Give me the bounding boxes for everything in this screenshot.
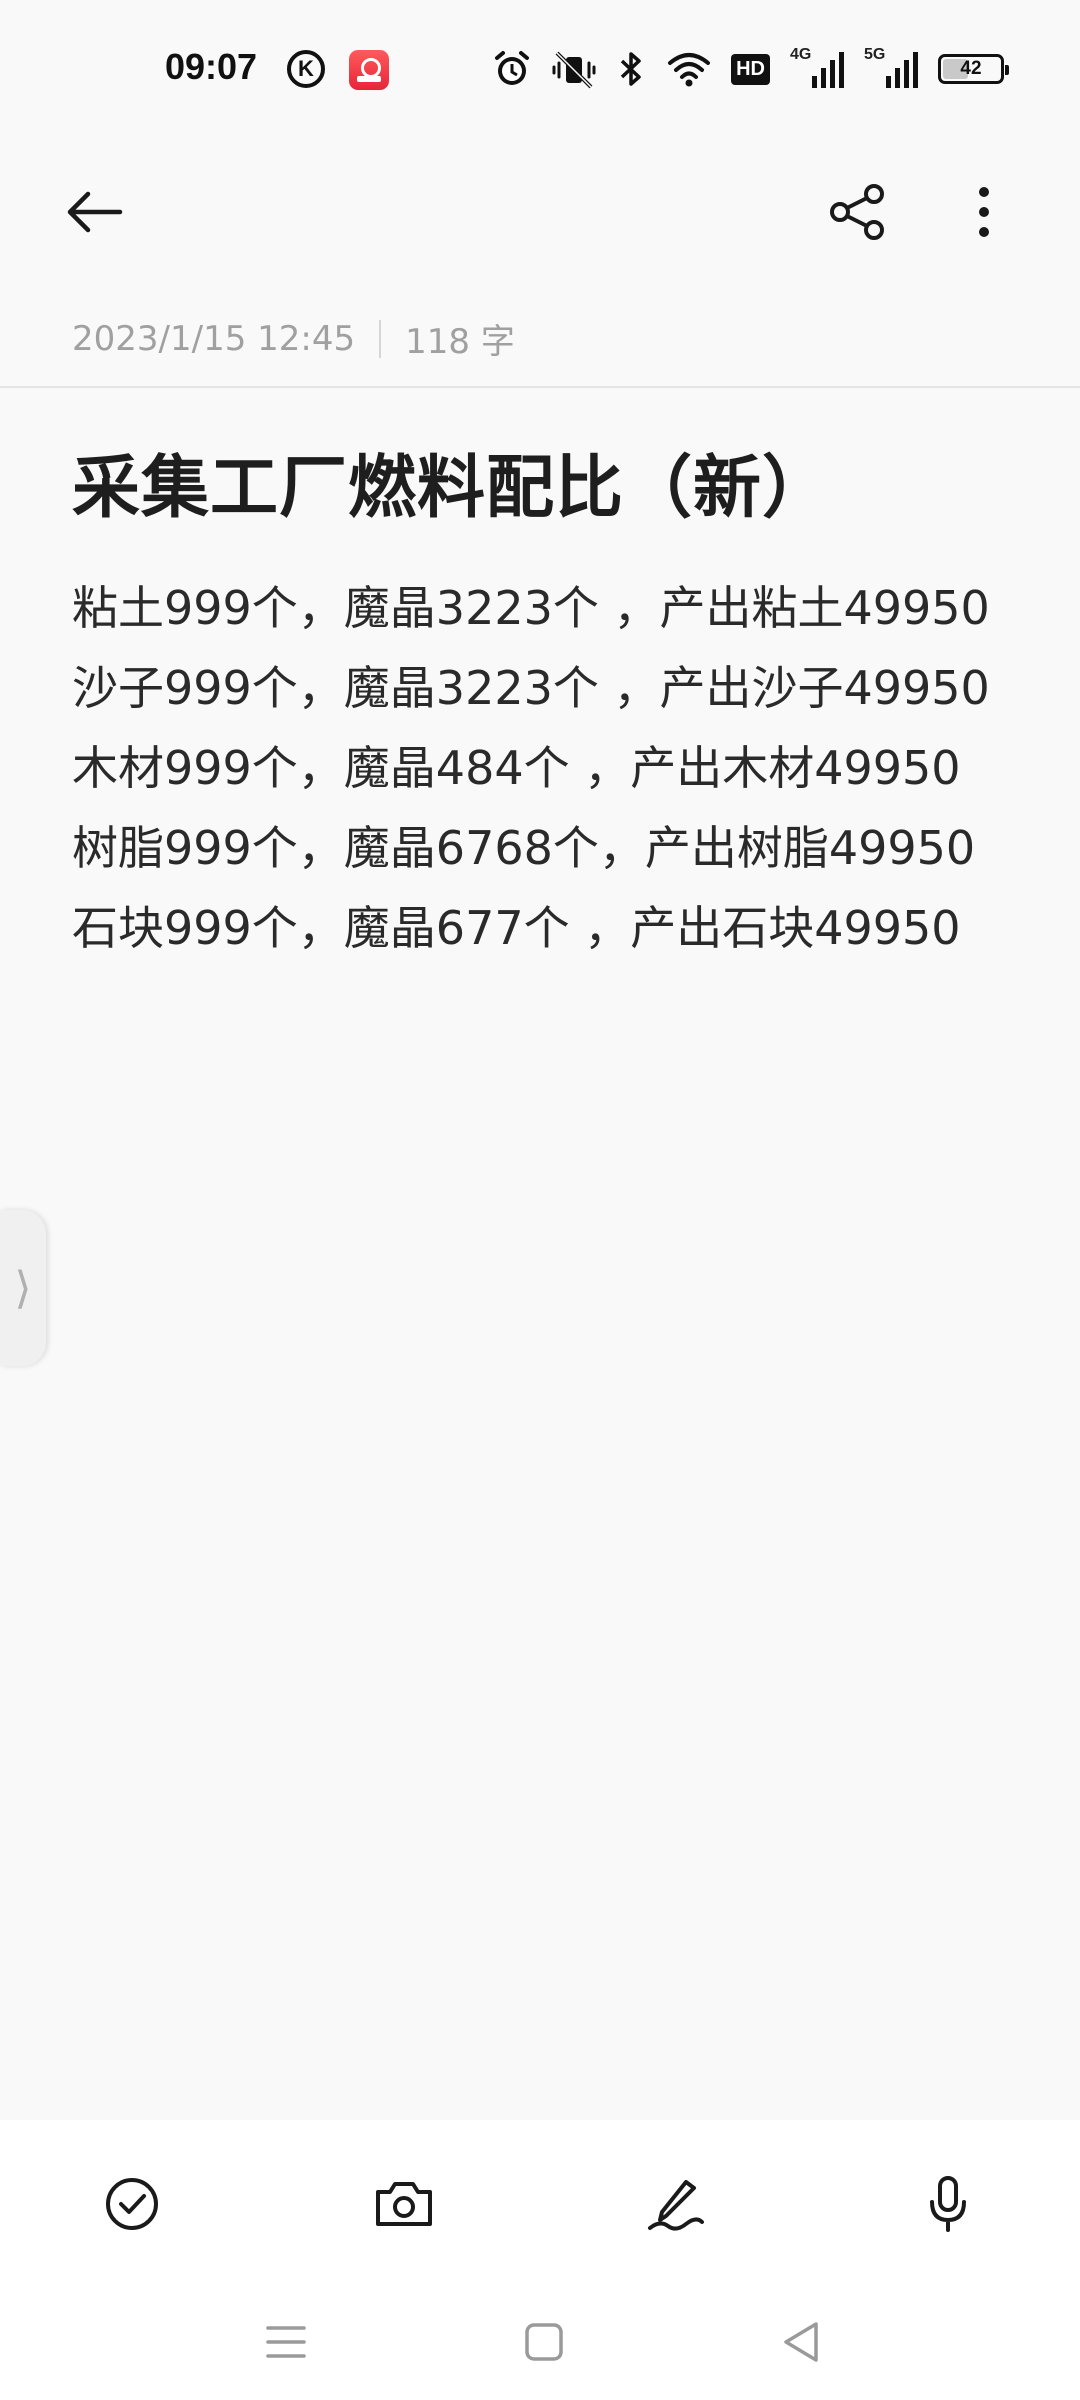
signal-4g-icon: 4G	[790, 46, 844, 90]
note-line: 粘土999个，魔晶3223个 ，产出粘土49950	[72, 581, 990, 635]
nav-back-button[interactable]	[772, 2312, 832, 2372]
share-button[interactable]	[826, 180, 890, 244]
camera-button[interactable]	[364, 2164, 444, 2244]
recents-button[interactable]	[256, 2312, 316, 2372]
checklist-icon	[106, 2178, 158, 2230]
home-icon	[525, 2323, 563, 2361]
alarm-icon	[493, 48, 531, 90]
more-options-button[interactable]	[956, 180, 1016, 244]
meta-separator	[379, 319, 382, 358]
status-bar: 09:07 K HD 4G 5G 42	[0, 0, 1080, 140]
voice-input-button[interactable]	[908, 2164, 988, 2244]
recents-icon	[266, 2326, 306, 2358]
note-toolbar	[0, 160, 1080, 260]
back-triangle-icon	[784, 2322, 818, 2362]
note-line: 石块999个，魔晶677个 ，产出石块49950	[72, 901, 961, 955]
hd-icon: HD	[731, 48, 770, 90]
arrow-left-icon	[67, 191, 123, 233]
battery-icon: 42	[938, 54, 1009, 84]
side-panel-handle[interactable]: ⟩	[0, 1210, 46, 1366]
share-icon	[830, 184, 884, 240]
status-right-icons: HD 4G 5G 42	[493, 46, 1009, 90]
vibrate-off-icon	[551, 48, 597, 90]
status-left-icons: K	[287, 50, 389, 90]
camera-icon	[376, 2182, 432, 2226]
video-app-icon	[349, 50, 389, 90]
signal-5g-icon: 5G	[864, 46, 918, 90]
back-button[interactable]	[60, 182, 130, 242]
system-nav-bar	[0, 2280, 1080, 2400]
status-time: 09:07	[165, 46, 258, 87]
home-button[interactable]	[514, 2312, 574, 2372]
note-meta: 2023/1/15 12:45 118 字	[72, 314, 515, 363]
chevron-right-icon: ⟩	[14, 1262, 32, 1314]
handwriting-icon	[648, 2180, 704, 2231]
bluetooth-icon	[617, 48, 647, 90]
more-vertical-icon	[979, 187, 989, 237]
note-line: 木材999个，魔晶484个 ，产出木材49950	[72, 741, 961, 795]
handwriting-button[interactable]	[636, 2164, 716, 2244]
note-title[interactable]: 采集工厂燃料配比（新）	[72, 432, 831, 531]
wifi-icon	[667, 48, 711, 90]
divider	[0, 386, 1080, 388]
bottom-toolbar	[0, 2120, 1080, 2280]
note-date: 2023/1/15 12:45	[72, 318, 356, 359]
k-app-icon: K	[287, 50, 325, 88]
note-line: 树脂999个，魔晶6768个，产出树脂49950	[72, 821, 976, 875]
note-line: 沙子999个，魔晶3223个 ，产出沙子49950	[72, 661, 990, 715]
microphone-icon	[930, 2176, 966, 2232]
note-body[interactable]: 粘土999个，魔晶3223个 ，产出粘土49950 沙子999个，魔晶3223个…	[72, 568, 1032, 968]
word-count: 118 字	[405, 322, 515, 362]
checklist-button[interactable]	[92, 2164, 172, 2244]
